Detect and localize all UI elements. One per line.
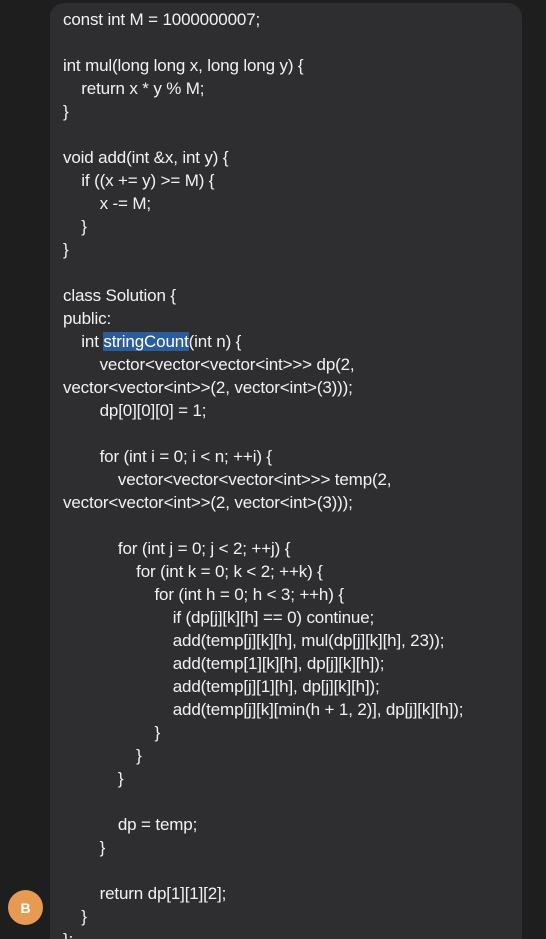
code-line: } [63,217,87,236]
code-text: (int n) { [188,332,242,351]
code-line: for (int h = 0; h < 3; ++h) { [63,585,344,604]
code-line: } [63,723,160,742]
code-line: class Solution { [63,286,176,305]
left-gutter [0,0,50,939]
code-line: for (int k = 0; k < 2; ++k) { [63,562,323,581]
code-line: add(temp[j][k][h], mul(dp[j][k][h], 23))… [63,631,445,650]
message-bubble: const int M = 1000000007; int mul(long l… [50,3,522,939]
code-text: int [63,332,104,351]
code-line: add(temp[j][1][h], dp[j][k][h]); [63,677,380,696]
code-line: } [63,838,106,857]
code-line: vector<vector<vector<int>>> temp(2, [63,470,392,489]
code-line-signature: int stringCount(int n) { [63,330,241,353]
code-line: dp = temp; [63,815,198,834]
code-line: } [63,769,124,788]
code-line: void add(int &x, int y) { [63,148,229,167]
code-line: add(temp[j][k][min(h + 1, 2)], dp[j][k][… [63,700,464,719]
code-line: vector<vector<int>>(2, vector<int>(3))); [63,493,353,512]
code-line: const int M = 1000000007; [63,10,261,29]
code-line: if (dp[j][k][h] == 0) continue; [63,608,375,627]
code-line: vector<vector<vector<int>>> dp(2, [63,355,355,374]
text-selection-highlight: stringCount [103,332,189,351]
code-line: public: [63,309,112,328]
avatar-initial: B [20,899,31,916]
user-avatar[interactable]: B [8,890,43,925]
code-line: for (int j = 0; j < 2; ++j) { [63,539,291,558]
code-line: for (int i = 0; i < n; ++i) { [63,447,273,466]
code-line: } [63,746,142,765]
code-line: x -= M; [63,194,152,213]
code-line: add(temp[1][k][h], dp[j][k][h]); [63,654,385,673]
code-line: vector<vector<int>>(2, vector<int>(3))); [63,378,353,397]
code-line: } [63,907,87,926]
code-line: } [63,240,69,259]
code-line: return dp[1][1][2]; [63,884,227,903]
code-line: return x * y % M; [63,79,205,98]
code-line: dp[0][0][0] = 1; [63,401,207,420]
code-line: }; [63,928,73,939]
code-line: int mul(long long x, long long y) { [63,56,304,75]
code-line: if ((x += y) >= M) { [63,171,215,190]
code-line: } [63,102,69,121]
